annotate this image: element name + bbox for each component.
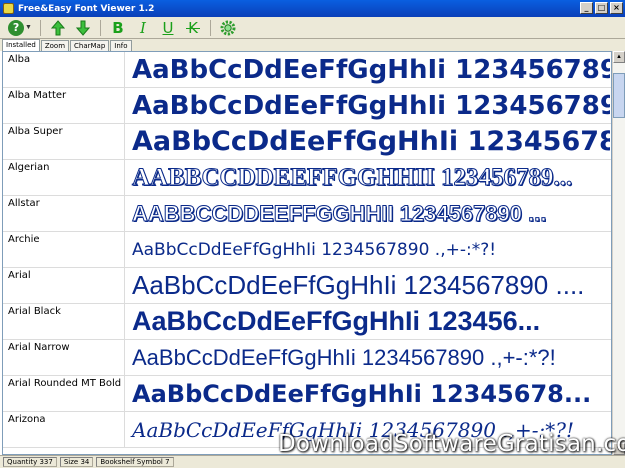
maximize-button[interactable]: □ — [595, 2, 608, 14]
underline-button[interactable]: U — [157, 18, 179, 38]
title-bar: Free&Easy Font Viewer 1.2 _ □ × — [0, 0, 625, 17]
gear-icon — [220, 20, 236, 35]
app-icon — [3, 3, 14, 14]
font-row[interactable]: Arial Rounded MT Bold AaBbCcDdEeFfGgHhIi … — [3, 376, 611, 412]
font-row[interactable]: Arial Narrow AaBbCcDdEeFfGgHhIi 123456789… — [3, 340, 611, 376]
font-name: Algerian — [3, 160, 125, 195]
font-sample: AaBbCcDdEeFfGgHhIi 1234567890 .,+-:*?! — [132, 90, 610, 121]
font-row[interactable]: Archie AaBbCcDdEeFfGgHhIi 1234567890 .,+-… — [3, 232, 611, 268]
chevron-down-icon: ▼ — [25, 24, 32, 31]
bold-button[interactable]: B — [107, 18, 129, 38]
font-list[interactable]: AlbaAaBbCcDdEeFfGgHhIi 1234567890 .,+-:*… — [2, 51, 612, 455]
italic-button[interactable]: I — [132, 18, 154, 38]
arrow-up-icon — [51, 19, 65, 35]
font-name: Arial Narrow — [3, 340, 125, 375]
font-row[interactable]: Algerian AABBCCDDEEFFGGHHII 123456789... — [3, 160, 611, 196]
font-name: Alba — [3, 52, 125, 87]
font-row[interactable]: Allstar AABBCCDDEEFFGGHHII 1234567890 ... — [3, 196, 611, 232]
font-sample: AaBbCcDdEeFfGgHhIi 1234567890 ..... — [132, 126, 610, 157]
font-sample: AaBbCcDdEeFfGgHhIi 1234567890 .,+-:*?! — [132, 239, 497, 260]
help-button[interactable]: ? ▼ — [6, 18, 34, 38]
minimize-button[interactable]: _ — [580, 2, 593, 14]
tab-zoom[interactable]: Zoom — [40, 40, 70, 51]
window-title: Free&Easy Font Viewer 1.2 — [18, 3, 155, 14]
strike-line — [186, 27, 200, 29]
toolbar-separator — [100, 19, 101, 36]
help-icon: ? — [8, 19, 25, 36]
move-down-button[interactable] — [72, 18, 94, 38]
scroll-thumb[interactable] — [613, 73, 625, 118]
font-name: Alba Super — [3, 124, 125, 159]
font-row[interactable]: Arial AaBbCcDdEeFfGgHhIi 1234567890 .... — [3, 268, 611, 304]
vertical-scrollbar[interactable]: ▲ ▼ — [612, 51, 625, 455]
toolbar-separator — [210, 19, 211, 36]
font-row[interactable]: Alba MatterAaBbCcDdEeFfGgHhIi 1234567890… — [3, 88, 611, 124]
font-name: Allstar — [3, 196, 125, 231]
arrow-down-icon — [76, 20, 90, 36]
view-tabs: Installed Zoom CharMap Info — [0, 39, 625, 51]
toolbar-separator — [40, 19, 41, 36]
font-row[interactable]: AlbaAaBbCcDdEeFfGgHhIi 1234567890 .,+-:*… — [3, 52, 611, 88]
font-name: Archie — [3, 232, 125, 267]
font-sample: AaBbCcDdEeFfGgHhIi 12345678... — [132, 379, 592, 408]
tab-info[interactable]: Info — [110, 40, 132, 51]
watermark: DownloadSoftwareGratisan.com — [278, 431, 625, 457]
toolbar: ? ▼ B I U K — [0, 17, 625, 39]
font-name: Arial — [3, 268, 125, 303]
font-row[interactable]: Arial Black AaBbCcDdEeFfGgHhIi 123456... — [3, 304, 611, 340]
window-controls: _ □ × — [580, 2, 623, 14]
font-sample: AaBbCcDdEeFfGgHhIi 1234567890 .,+-:*?! — [132, 54, 610, 85]
close-button[interactable]: × — [610, 2, 623, 14]
font-row[interactable]: Alba SuperAaBbCcDdEeFfGgHhIi 1234567890 … — [3, 124, 611, 160]
font-sample: AaBbCcDdEeFfGgHhIi 123456... — [132, 306, 541, 336]
strikeout-button[interactable]: K — [182, 18, 204, 38]
status-selected-font: Bookshelf Symbol 7 — [96, 457, 174, 467]
font-name: Alba Matter — [3, 88, 125, 123]
settings-button[interactable] — [217, 18, 239, 38]
font-name: Arial Black — [3, 304, 125, 339]
font-sample: AABBCCDDEEFFGGHHII 1234567890 ... — [132, 200, 547, 226]
font-sample: AaBbCcDdEeFfGgHhIi 1234567890 .,+-:*?! — [132, 344, 556, 370]
font-sample: AaBbCcDdEeFfGgHhIi 1234567890 .... — [132, 270, 585, 300]
move-up-button[interactable] — [47, 18, 69, 38]
status-size: Size 34 — [59, 457, 94, 467]
font-sample: AABBCCDDEEFFGGHHII 123456789... — [132, 163, 573, 191]
status-quantity: Quantity 337 — [3, 457, 57, 467]
scroll-up-button[interactable]: ▲ — [613, 51, 625, 63]
tab-charmap[interactable]: CharMap — [70, 40, 110, 51]
font-name: Arizona — [3, 412, 125, 447]
font-name: Arial Rounded MT Bold — [3, 376, 125, 411]
tab-installed[interactable]: Installed — [2, 39, 40, 51]
